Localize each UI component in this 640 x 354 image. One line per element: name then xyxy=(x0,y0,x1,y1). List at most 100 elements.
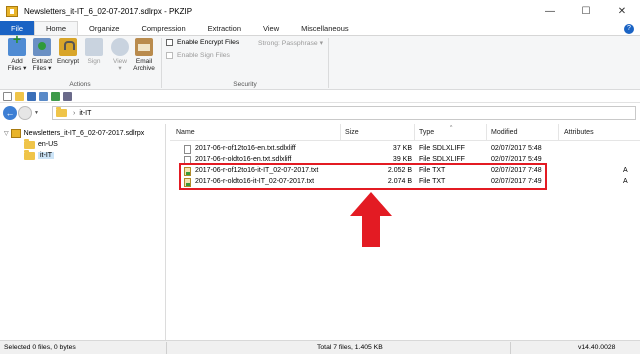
quick-toolbar xyxy=(0,90,640,103)
maximize-button[interactable]: ☐ xyxy=(568,0,604,22)
file-type: File SDLXLIFF xyxy=(419,145,465,152)
tree-root-label: Newsletters_it-IT_6_02-07-2017.sdlrpx xyxy=(23,130,145,137)
add-icon[interactable] xyxy=(39,91,48,101)
encryption-strength-dropdown[interactable]: Strong: Passphrase ▾ xyxy=(258,39,323,47)
tab-home[interactable]: Home xyxy=(34,21,79,35)
column-type[interactable]: Type xyxy=(419,129,434,136)
history-dropdown-icon[interactable]: ▼ xyxy=(34,110,39,116)
status-selected: Selected 0 files, 0 bytes xyxy=(4,344,76,351)
ribbon-tabs: File Home Organize Compression Extractio… xyxy=(0,21,640,36)
encrypt-button[interactable]: Encrypt xyxy=(55,38,81,65)
email-archive-icon xyxy=(135,38,153,56)
save-icon[interactable] xyxy=(27,91,36,101)
sign-button[interactable]: Sign xyxy=(81,38,107,65)
archive-icon xyxy=(10,129,21,138)
column-modified[interactable]: Modified xyxy=(491,129,517,136)
address-bar: ← ▼ › it-IT xyxy=(0,104,640,122)
add-files-caret: Files ▾ xyxy=(7,65,27,72)
column-divider[interactable] xyxy=(340,124,341,141)
folder-icon xyxy=(56,107,67,117)
extract-files-icon xyxy=(33,38,51,56)
highlight-box xyxy=(179,163,547,190)
sort-indicator-icon: ^ xyxy=(450,125,453,131)
column-size[interactable]: Size xyxy=(345,129,359,136)
status-total: Total 7 files, 1.405 KB xyxy=(317,344,383,351)
enable-encrypt-checkbox[interactable] xyxy=(166,39,173,46)
window-title: Newsletters_it-IT_6_02-07-2017.sdlrpx - … xyxy=(24,6,193,16)
lock-icon xyxy=(59,38,77,56)
table-row[interactable]: 2017-06-r-of12to16-en.txt.sdlxliff 37 KB… xyxy=(170,144,640,155)
breadcrumb-item[interactable]: it-IT xyxy=(79,110,91,117)
minimize-button[interactable]: — xyxy=(532,0,568,22)
new-archive-icon[interactable] xyxy=(3,91,12,101)
column-divider[interactable] xyxy=(414,124,415,141)
column-name[interactable]: Name xyxy=(176,129,195,136)
window-controls: — ☐ ✕ xyxy=(532,0,640,22)
view-icon xyxy=(111,38,129,56)
ribbon: Add Files ▾ Extract Files ▾ Encrypt Sign… xyxy=(0,36,640,90)
status-divider xyxy=(510,342,511,354)
tree-item-label: it-IT xyxy=(38,152,55,159)
view-caret: ▾ xyxy=(118,65,122,72)
help-icon[interactable]: ? xyxy=(624,24,634,34)
archive-label: Archive xyxy=(133,65,155,72)
file-attributes: A xyxy=(623,167,628,174)
email-label: Email xyxy=(135,58,153,65)
breadcrumb-separator: › xyxy=(73,109,76,117)
back-arrow-icon[interactable]: ← xyxy=(3,106,17,120)
tab-extraction[interactable]: Extraction xyxy=(197,21,252,35)
folder-icon xyxy=(24,138,35,149)
status-divider xyxy=(166,342,167,354)
enable-sign-row[interactable]: Enable Sign Files xyxy=(166,52,230,59)
path-field[interactable]: › it-IT xyxy=(52,106,636,120)
enable-sign-checkbox[interactable] xyxy=(166,52,173,59)
sign-label: Sign xyxy=(87,58,101,65)
open-folder-icon[interactable] xyxy=(15,91,24,101)
view-button[interactable]: View ▾ xyxy=(107,38,133,72)
email-archive-button[interactable]: Email Archive xyxy=(131,38,157,72)
encrypt-label: Encrypt xyxy=(56,58,80,65)
security-group-label: Security xyxy=(233,81,257,88)
folder-tree: ▽ Newsletters_it-IT_6_02-07-2017.sdlrpx … xyxy=(0,124,166,340)
collapse-chevron-icon[interactable]: ▽ xyxy=(4,130,9,137)
close-button[interactable]: ✕ xyxy=(604,0,640,22)
tree-root[interactable]: ▽ Newsletters_it-IT_6_02-07-2017.sdlrpx xyxy=(4,128,144,139)
extract-files-caret: Files ▾ xyxy=(32,65,52,72)
view-details-icon[interactable] xyxy=(63,91,72,101)
enable-encrypt-label: Enable Encrypt Files xyxy=(177,39,240,46)
file-name: 2017-06-r-of12to16-en.txt.sdlxliff xyxy=(195,145,296,152)
pkzip-app-icon xyxy=(6,5,18,17)
extract-icon[interactable] xyxy=(51,91,60,101)
file-icon xyxy=(184,145,191,154)
file-size: 37 KB xyxy=(392,145,412,152)
tab-view[interactable]: View xyxy=(252,21,290,35)
list-header: Name Size Type ^ Modified Attributes xyxy=(170,124,640,141)
folder-icon xyxy=(24,149,35,160)
file-modified: 02/07/2017 5:48 xyxy=(491,145,542,152)
actions-group-label: Actions xyxy=(69,81,91,88)
tab-compression[interactable]: Compression xyxy=(130,21,196,35)
status-version: v14.40.0028 xyxy=(578,344,616,351)
extract-files-button[interactable]: Extract Files ▾ xyxy=(29,38,55,72)
file-list: Name Size Type ^ Modified Attributes 201… xyxy=(170,124,640,340)
file-modified: 02/07/2017 5:49 xyxy=(491,156,542,163)
file-attributes: A xyxy=(623,178,628,185)
add-files-icon xyxy=(8,36,26,56)
status-bar: Selected 0 files, 0 bytes Total 7 files,… xyxy=(0,340,640,354)
tab-miscellaneous[interactable]: Miscellaneous xyxy=(290,21,360,35)
ribbon-divider xyxy=(328,38,329,88)
up-arrow-icon xyxy=(350,192,392,247)
sign-icon xyxy=(85,38,103,56)
file-type: File SDLXLIFF xyxy=(419,156,465,163)
column-divider[interactable] xyxy=(558,124,559,141)
enable-sign-label: Enable Sign Files xyxy=(177,52,230,59)
column-divider[interactable] xyxy=(486,124,487,141)
tab-organize[interactable]: Organize xyxy=(78,21,130,35)
tree-item-en-us[interactable]: en-US xyxy=(24,138,58,150)
enable-encrypt-row[interactable]: Enable Encrypt Files xyxy=(166,39,239,46)
add-files-button[interactable]: Add Files ▾ xyxy=(4,36,30,72)
tree-item-it-it[interactable]: it-IT xyxy=(24,149,55,161)
column-attributes[interactable]: Attributes xyxy=(564,129,594,136)
forward-arrow-icon[interactable] xyxy=(18,106,32,120)
file-name: 2017-06-r-oldto16-en.txt.sdlxliff xyxy=(195,156,292,163)
